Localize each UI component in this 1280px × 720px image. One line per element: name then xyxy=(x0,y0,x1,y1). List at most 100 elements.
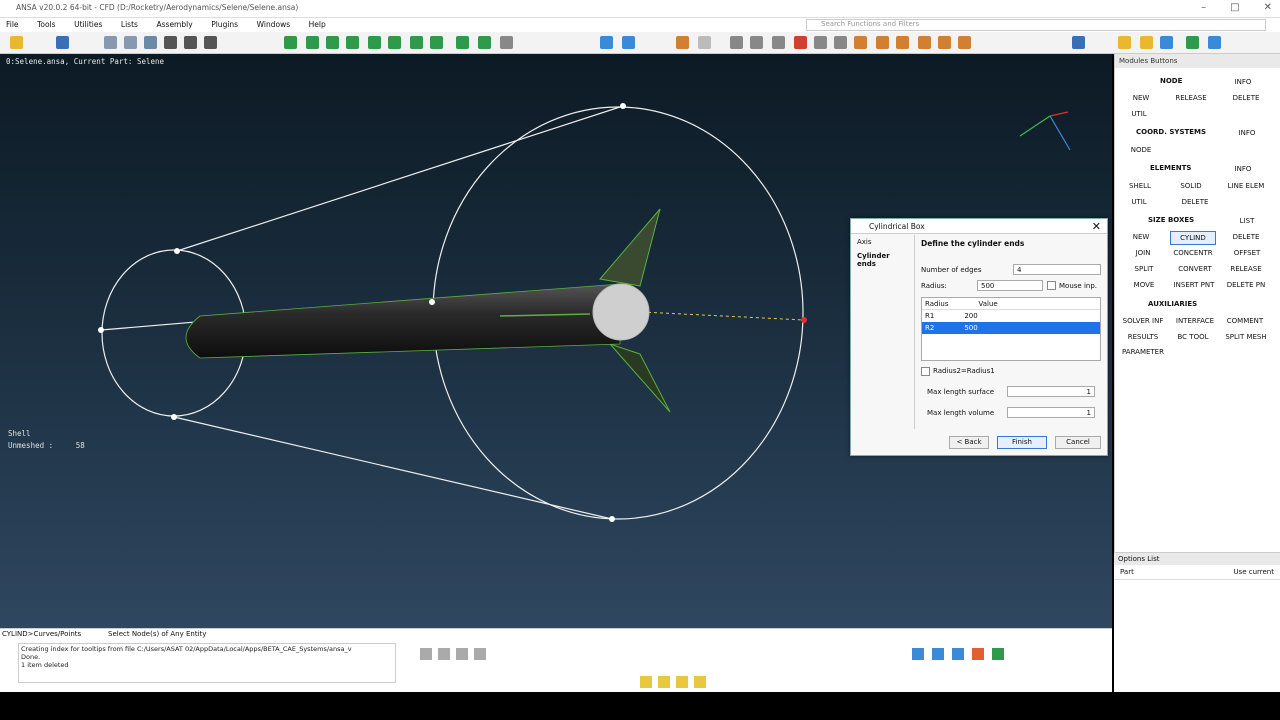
radius-input[interactable]: 500 xyxy=(977,280,1043,291)
max-surface-input[interactable]: 1 xyxy=(1007,386,1095,397)
coord-node-button[interactable]: NODE xyxy=(1126,144,1156,156)
coord-title[interactable]: COORD. SYSTEMS xyxy=(1136,128,1206,136)
check-icon[interactable] xyxy=(456,36,469,49)
node-util-button[interactable]: UTIL xyxy=(1126,108,1152,120)
max-volume-input[interactable]: 1 xyxy=(1007,407,1095,418)
elements-info-button[interactable]: INFO xyxy=(1228,163,1258,175)
select-icon[interactable] xyxy=(474,648,486,660)
menu-tools[interactable]: Tools xyxy=(37,20,55,29)
folder-icon[interactable] xyxy=(10,36,23,49)
grid-icon[interactable] xyxy=(104,36,117,49)
tool-icon[interactable] xyxy=(918,36,931,49)
grid-icon[interactable] xyxy=(144,36,157,49)
size-boxes-title[interactable]: SIZE BOXES xyxy=(1148,216,1194,224)
select-icon[interactable] xyxy=(456,648,468,660)
elements-shell-button[interactable]: SHELL xyxy=(1124,180,1156,192)
size-boxes-cylind-button[interactable]: CYLIND xyxy=(1170,231,1216,245)
s-icon[interactable] xyxy=(204,36,217,49)
size-boxes-release-button[interactable]: RELEASE xyxy=(1224,263,1268,275)
entity-icon[interactable] xyxy=(694,676,706,688)
mesh-icon[interactable] xyxy=(306,36,319,49)
node-title[interactable]: NODE xyxy=(1160,77,1182,85)
close-icon[interactable]: ✕ xyxy=(1092,220,1101,233)
node-delete-button[interactable]: DELETE xyxy=(1228,92,1264,104)
cylinder-node[interactable] xyxy=(609,516,615,522)
select-icon[interactable] xyxy=(438,648,450,660)
interface-button[interactable]: INTERFACE xyxy=(1172,315,1218,327)
mesh-icon[interactable] xyxy=(284,36,297,49)
menu-lists[interactable]: Lists xyxy=(121,20,138,29)
menu-help[interactable]: Help xyxy=(309,20,326,29)
search-input[interactable]: Search Functions and Filters xyxy=(806,19,1266,31)
node-new-button[interactable]: NEW xyxy=(1126,92,1156,104)
tool-icon[interactable] xyxy=(794,36,807,49)
filter-icon[interactable] xyxy=(1186,36,1199,49)
radius-equal-checkbox[interactable] xyxy=(921,367,930,376)
cylinder-node[interactable] xyxy=(429,299,435,305)
cylinder-node[interactable] xyxy=(171,414,177,420)
size-boxes-delete-pn-button[interactable]: DELETE PN xyxy=(1222,279,1270,291)
finish-button[interactable]: Finish xyxy=(997,436,1047,449)
window-icon[interactable] xyxy=(56,36,69,49)
solver-inf-button[interactable]: SOLVER INF xyxy=(1118,315,1168,327)
view-icon[interactable] xyxy=(932,648,944,660)
bc-tool-button[interactable]: BC TOOL xyxy=(1170,331,1216,343)
size-boxes-delete-button[interactable]: DELETE xyxy=(1228,231,1264,243)
tool-icon[interactable] xyxy=(730,36,743,49)
mesh-icon[interactable] xyxy=(346,36,359,49)
grid-icon[interactable] xyxy=(124,36,137,49)
view-icon[interactable] xyxy=(972,648,984,660)
step-cylinder-ends[interactable]: Cylinder ends xyxy=(851,249,914,271)
elements-delete-button[interactable]: DELETE xyxy=(1176,196,1214,208)
view-icon[interactable] xyxy=(952,648,964,660)
tool-icon[interactable] xyxy=(500,36,513,49)
node-release-button[interactable]: RELEASE xyxy=(1168,92,1214,104)
tool-icon[interactable] xyxy=(854,36,867,49)
options-row[interactable]: Part Use current xyxy=(1114,565,1280,580)
mesh-icon[interactable] xyxy=(410,36,423,49)
elements-title[interactable]: ELEMENTS xyxy=(1150,164,1191,172)
mesh-icon[interactable] xyxy=(430,36,443,49)
filter-icon[interactable] xyxy=(1140,36,1153,49)
menu-windows[interactable]: Windows xyxy=(257,20,290,29)
split-mesh-button[interactable]: SPLIT MESH xyxy=(1220,331,1272,343)
menu-file[interactable]: File xyxy=(6,20,19,29)
cylinder-node[interactable] xyxy=(620,103,626,109)
mesh-icon[interactable] xyxy=(388,36,401,49)
size-boxes-move-button[interactable]: MOVE xyxy=(1128,279,1160,291)
table-row[interactable]: R2 500 xyxy=(922,322,1100,334)
size-boxes-concentr-button[interactable]: CONCENTR xyxy=(1168,247,1218,259)
minimize-icon[interactable]: – xyxy=(1201,2,1206,13)
filter-icon[interactable] xyxy=(1118,36,1131,49)
tool-icon[interactable] xyxy=(772,36,785,49)
size-boxes-list-button[interactable]: LIST xyxy=(1234,215,1260,227)
mesh-icon[interactable] xyxy=(368,36,381,49)
back-button[interactable]: < Back xyxy=(949,436,989,449)
entity-icon[interactable] xyxy=(640,676,652,688)
m-icon[interactable] xyxy=(184,36,197,49)
maximize-icon[interactable]: □ xyxy=(1230,2,1239,13)
cylinder-node[interactable] xyxy=(174,248,180,254)
filter-icon[interactable] xyxy=(1208,36,1221,49)
comment-button[interactable]: COMMENT xyxy=(1220,315,1270,327)
node-info-button[interactable]: INFO xyxy=(1228,76,1258,88)
entity-icon[interactable] xyxy=(658,676,670,688)
entity-icon[interactable] xyxy=(676,676,688,688)
step-axis[interactable]: Axis xyxy=(851,235,914,249)
size-boxes-convert-button[interactable]: CONVERT xyxy=(1172,263,1218,275)
size-boxes-insert-pnt-button[interactable]: INSERT PNT xyxy=(1168,279,1220,291)
view-icon[interactable] xyxy=(1072,36,1085,49)
size-boxes-offset-button[interactable]: OFFSET xyxy=(1228,247,1266,259)
tool-icon[interactable] xyxy=(876,36,889,49)
cylinder-node[interactable] xyxy=(801,317,807,323)
options-row-value[interactable]: Use current xyxy=(1233,568,1274,576)
edges-input[interactable]: 4 xyxy=(1013,264,1101,275)
mouse-input-checkbox[interactable] xyxy=(1047,281,1056,290)
mesh-icon[interactable] xyxy=(326,36,339,49)
results-button[interactable]: RESULTS xyxy=(1120,331,1166,343)
select-icon[interactable] xyxy=(420,648,432,660)
cylinder-node[interactable] xyxy=(98,327,104,333)
redo-icon[interactable] xyxy=(698,36,711,49)
size-boxes-split-button[interactable]: SPLIT xyxy=(1128,263,1160,275)
elements-solid-button[interactable]: SOLID xyxy=(1174,180,1208,192)
